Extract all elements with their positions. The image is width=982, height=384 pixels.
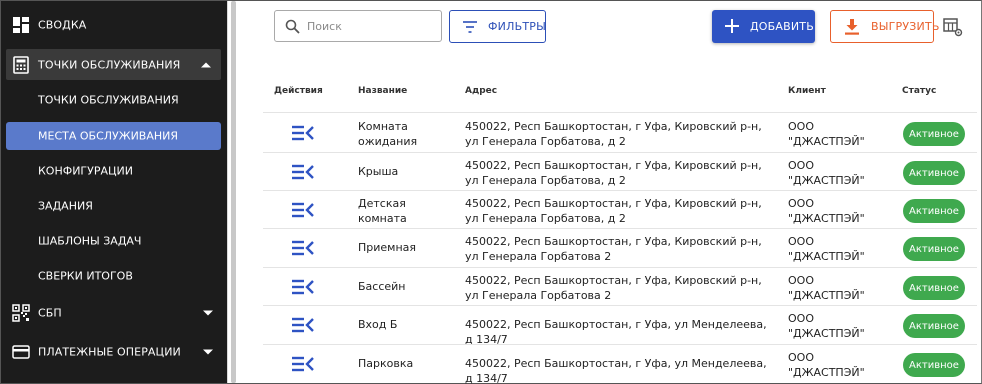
header-divider — [263, 112, 977, 113]
sidebar-item-label: ТОЧКИ ОБСЛУЖИВАНИЯ — [38, 58, 181, 71]
row-actions-menu-icon[interactable] — [291, 317, 315, 333]
column-header-client[interactable]: Клиент — [788, 86, 826, 96]
row-address: 450022, Респ Башкортостан, г Уфа, Кировс… — [465, 274, 762, 302]
column-header-address[interactable]: Адрес — [465, 86, 497, 96]
sidebar-item-sbp[interactable]: СБП — [1, 298, 227, 328]
chevron-up-icon — [201, 62, 211, 67]
sidebar-item-service-points[interactable]: ТОЧКИ ОБСЛУЖИВАНИЯ — [6, 49, 221, 80]
status-badge: Активное — [903, 161, 965, 185]
table-row[interactable]: Парковка 450022, Респ Башкортостан, г Уф… — [263, 345, 977, 384]
table-row[interactable]: Приемная 450022, Респ Башкортостан, г Уф… — [263, 229, 977, 267]
credit-card-icon — [12, 345, 30, 359]
row-client: ООО "ДЖАСТПЭЙ" — [788, 274, 865, 302]
sidebar-subitem-reconciliations[interactable]: СВЕРКИ ИТОГОВ — [6, 262, 221, 290]
row-actions-menu-icon[interactable] — [291, 356, 315, 372]
sidebar-subitem-label: КОНФИГУРАЦИИ — [38, 164, 134, 178]
add-button-label: ДОБАВИТЬ — [750, 20, 814, 33]
status-badge: Активное — [903, 276, 965, 300]
export-button[interactable]: ВЫГРУЗИТЬ — [830, 10, 939, 43]
sidebar-subitem-tasks[interactable]: ЗАДАНИЯ — [6, 192, 221, 220]
row-address: 450022, Респ Башкортостан, г Уфа, Кировс… — [465, 235, 762, 263]
column-header-actions[interactable]: Действия — [274, 86, 323, 96]
table-row[interactable]: Вход Б 450022, Респ Башкортостан, г Уфа,… — [263, 306, 977, 346]
sidebar-item-summary[interactable]: СВОДКА — [1, 10, 227, 40]
row-client: ООО "ДЖАСТПЭЙ" — [788, 159, 865, 187]
row-name: Детская комната — [358, 197, 407, 225]
status-badge: Активное — [903, 237, 965, 261]
table-row[interactable]: Детская комната 450022, Респ Башкортоста… — [263, 191, 977, 229]
row-actions-menu-icon[interactable] — [291, 125, 315, 141]
sidebar-subitem-task-templates[interactable]: ШАБЛОНЫ ЗАДАЧ — [6, 227, 221, 255]
export-button-label: ВЫГРУЗИТЬ — [871, 20, 940, 33]
search-box[interactable] — [274, 10, 442, 42]
chevron-down-icon — [203, 310, 213, 316]
sidebar-subitem-label: ШАБЛОНЫ ЗАДАЧ — [38, 234, 142, 248]
add-button[interactable]: ДОБАВИТЬ — [712, 10, 815, 43]
row-address: 450022, Респ Башкортостан, г Уфа, Кировс… — [465, 120, 762, 148]
status-badge: Активное — [903, 122, 965, 146]
row-actions-menu-icon[interactable] — [291, 202, 315, 218]
row-actions-menu-icon[interactable] — [291, 164, 315, 180]
table-row[interactable]: Бассейн 450022, Респ Башкортостан, г Уфа… — [263, 268, 977, 306]
row-name: Парковка — [358, 357, 414, 370]
filters-button[interactable]: ФИЛЬТРЫ — [449, 10, 546, 43]
filters-button-label: ФИЛЬТРЫ — [488, 20, 546, 33]
sidebar-subitem-label: МЕСТА ОБСЛУЖИВАНИЯ — [38, 129, 179, 143]
dashboard-icon — [13, 17, 29, 33]
column-settings-icon[interactable] — [943, 17, 963, 37]
row-name: Вход Б — [358, 318, 398, 331]
row-actions-menu-icon[interactable] — [291, 279, 315, 295]
search-input[interactable] — [307, 17, 435, 35]
sidebar-item-label: СВОДКА — [38, 18, 87, 32]
cash-register-icon — [13, 55, 29, 74]
row-name: Приемная — [358, 241, 417, 254]
plus-icon — [725, 19, 739, 33]
filter-icon — [463, 21, 477, 33]
row-client: ООО "ДЖАСТПЭЙ" — [788, 351, 865, 379]
sidebar-subitem-service-points[interactable]: ТОЧКИ ОБСЛУЖИВАНИЯ — [6, 86, 221, 114]
sidebar-subitem-label: ЗАДАНИЯ — [38, 199, 93, 213]
sidebar-subitem-configurations[interactable]: КОНФИГУРАЦИИ — [6, 157, 221, 185]
chevron-down-icon — [203, 349, 213, 355]
status-badge: Активное — [903, 353, 965, 377]
download-icon — [845, 19, 859, 35]
sidebar-subitem-label: ТОЧКИ ОБСЛУЖИВАНИЯ — [38, 93, 179, 107]
row-name: Бассейн — [358, 280, 406, 293]
sidebar-item-label: ПЛАТЕЖНЫЕ ОПЕРАЦИИ — [38, 345, 181, 359]
sidebar: СВОДКА ТОЧКИ ОБСЛУЖИВАНИЯ ТОЧКИ ОБСЛУЖИВ… — [1, 1, 227, 383]
row-address: 450022, Респ Башкортостан, г Уфа, Кировс… — [465, 197, 762, 225]
sidebar-subitem-label: СВЕРКИ ИТОГОВ — [38, 269, 133, 283]
row-address: 450022, Респ Башкортостан, г Уфа, Кировс… — [465, 159, 762, 187]
qr-code-icon — [12, 304, 30, 322]
search-icon — [285, 19, 300, 34]
status-badge: Активное — [903, 199, 965, 223]
row-client: ООО "ДЖАСТПЭЙ" — [788, 197, 865, 225]
row-address: 450022, Респ Башкортостан, г Уфа, ул Мен… — [465, 318, 767, 346]
table-row[interactable]: Крыша 450022, Респ Башкортостан, г Уфа, … — [263, 153, 977, 191]
scrollbar-thumb[interactable] — [231, 1, 236, 383]
table-row[interactable]: Комната ожидания 450022, Респ Башкортост… — [263, 114, 977, 152]
row-name: Крыша — [358, 165, 399, 178]
row-client: ООО "ДЖАСТПЭЙ" — [788, 235, 865, 263]
sidebar-subitem-service-places[interactable]: МЕСТА ОБСЛУЖИВАНИЯ — [6, 122, 221, 150]
column-header-name[interactable]: Название — [358, 86, 407, 96]
row-address: 450022, Респ Башкортостан, г Уфа, ул Мен… — [465, 357, 767, 384]
row-name: Комната ожидания — [358, 120, 418, 148]
row-client: ООО "ДЖАСТПЭЙ" — [788, 312, 865, 340]
row-actions-menu-icon[interactable] — [291, 240, 315, 256]
status-badge: Активное — [903, 314, 965, 338]
row-client: ООО "ДЖАСТПЭЙ" — [788, 120, 865, 148]
column-header-status[interactable]: Статус — [902, 86, 936, 96]
sidebar-scrollbar[interactable] — [227, 1, 239, 383]
sidebar-item-payment-operations[interactable]: ПЛАТЕЖНЫЕ ОПЕРАЦИИ — [1, 337, 227, 367]
sidebar-item-label: СБП — [38, 306, 62, 320]
